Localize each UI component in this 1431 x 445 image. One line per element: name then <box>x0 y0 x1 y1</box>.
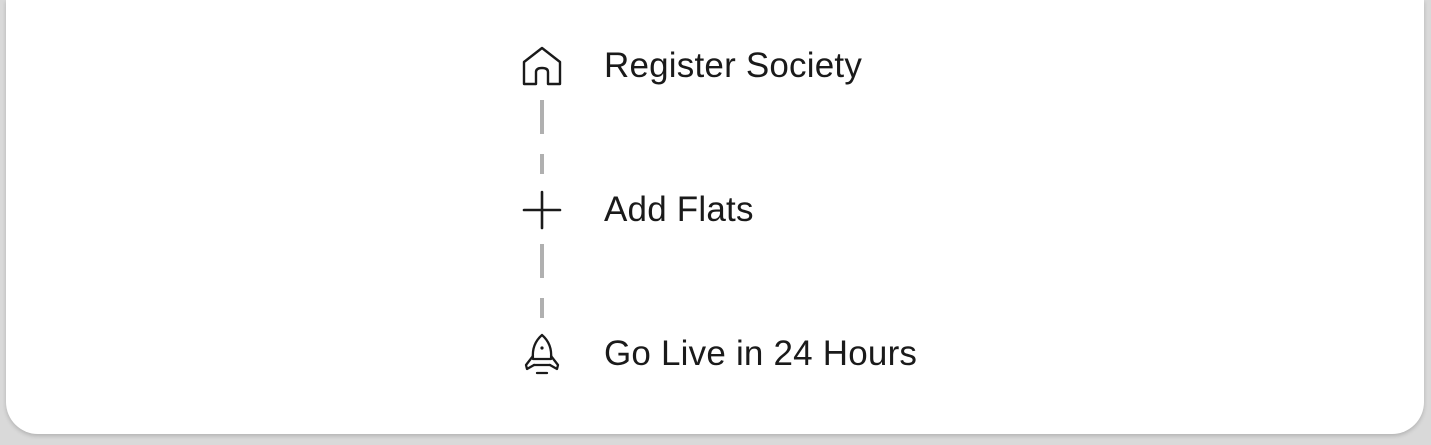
home-icon <box>518 42 566 90</box>
step-label: Add Flats <box>604 190 754 229</box>
step-connector <box>540 244 544 318</box>
step-label: Register Society <box>604 46 863 85</box>
step-go-live: Go Live in 24 Hours <box>518 330 917 378</box>
step-label: Go Live in 24 Hours <box>604 334 918 373</box>
rocket-icon <box>518 330 566 378</box>
step-add-flats: Add Flats <box>518 186 754 234</box>
plus-icon <box>518 186 566 234</box>
step-connector <box>540 100 544 174</box>
onboarding-steps-card: Register Society Add Flats Go Live in 24… <box>6 0 1424 434</box>
step-register-society: Register Society <box>518 42 862 90</box>
steps-timeline: Register Society Add Flats Go Live in 24… <box>6 0 1424 434</box>
